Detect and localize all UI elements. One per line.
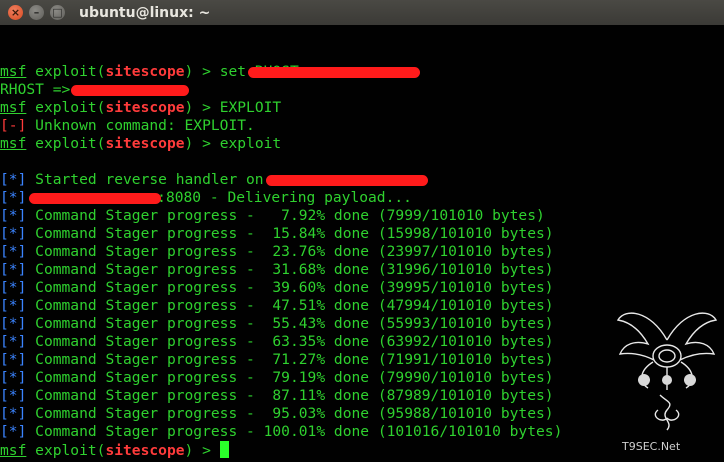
- progress-line: [*] Command Stager progress - 39.60% don…: [0, 279, 554, 296]
- title-bar: × – □ ubuntu@linux: ~: [0, 0, 724, 25]
- cursor: [219, 441, 229, 458]
- watermark-text: T9SEC.Net: [622, 440, 681, 453]
- msf-label: msf: [0, 63, 27, 80]
- error-line: [-] Unknown command: EXPLOIT.: [0, 117, 255, 134]
- redaction-mark: [266, 174, 429, 186]
- progress-line: [*] Command Stager progress - 23.76% don…: [0, 243, 554, 260]
- progress-line: [*] Command Stager progress - 7.92% done…: [0, 207, 545, 224]
- output-line: RHOST =>: [0, 81, 724, 99]
- maximize-icon[interactable]: □: [50, 5, 65, 20]
- progress-line: [*] Command Stager progress - 31.68% don…: [0, 261, 554, 278]
- prompt-line: msf exploit(sitescope) > set RHOST: [0, 63, 724, 81]
- msf-label: msf: [0, 135, 27, 152]
- info-line: [*] :8080 - Delivering payload...: [0, 189, 412, 206]
- progress-line: [*] Command Stager progress - 15.84% don…: [0, 225, 554, 242]
- redaction-mark: [247, 66, 420, 78]
- watermark-logo: [616, 312, 718, 431]
- redaction-mark: [71, 84, 190, 96]
- prompt-line: msf exploit(sitescope) > exploit: [0, 135, 282, 152]
- msf-label: msf: [0, 99, 27, 116]
- close-icon[interactable]: ×: [8, 5, 23, 20]
- msf-label: msf: [0, 442, 27, 459]
- info-line: [*] Started reverse handler on: [0, 171, 724, 189]
- window-title: ubuntu@linux: ~: [79, 4, 211, 21]
- prompt-line: msf exploit(sitescope) > EXPLOIT: [0, 99, 282, 116]
- minimize-icon[interactable]: –: [29, 5, 44, 20]
- terminal-window: × – □ ubuntu@linux: ~ msf exploit(sitesc…: [0, 0, 724, 462]
- redaction-mark: [29, 192, 162, 204]
